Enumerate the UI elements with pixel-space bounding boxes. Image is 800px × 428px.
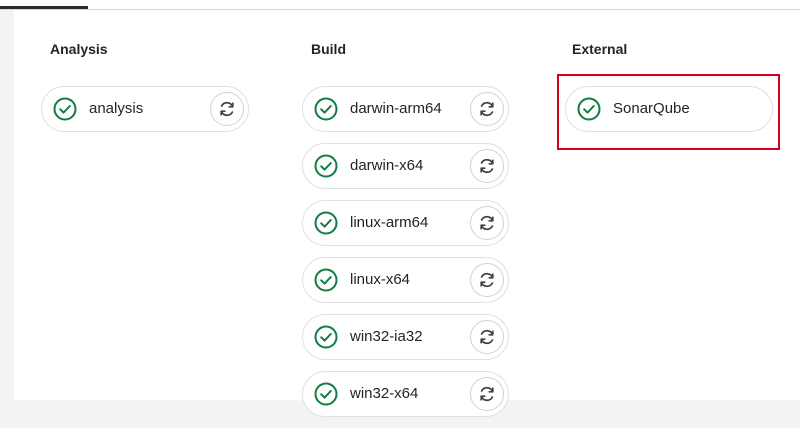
job-label: SonarQube — [613, 100, 690, 117]
check-circle-icon — [314, 382, 338, 406]
refresh-icon — [477, 99, 497, 119]
job-label: win32-ia32 — [350, 328, 423, 345]
column-title-external: External — [572, 41, 628, 57]
check-circle-icon — [314, 211, 338, 235]
job-label: linux-arm64 — [350, 214, 429, 231]
check-circle-icon — [314, 325, 338, 349]
retry-button[interactable] — [470, 149, 504, 183]
retry-button[interactable] — [470, 92, 504, 126]
check-circle-icon — [314, 268, 338, 292]
retry-button[interactable] — [470, 263, 504, 297]
job-label: win32-x64 — [350, 385, 419, 402]
job-linux-x64[interactable]: linux-x64 — [302, 257, 509, 303]
tab-bar — [0, 0, 800, 10]
refresh-icon — [477, 384, 497, 404]
check-circle-icon — [577, 97, 601, 121]
retry-button[interactable] — [470, 320, 504, 354]
retry-button[interactable] — [210, 92, 244, 126]
check-circle-icon — [53, 97, 77, 121]
retry-button[interactable] — [470, 377, 504, 411]
check-circle-icon — [314, 97, 338, 121]
pipeline-jobs-panel: Analysis analysis Build darwin-arm64 dar… — [14, 10, 800, 417]
active-tab-indicator — [0, 6, 88, 9]
external-job-list: SonarQube — [565, 86, 773, 143]
job-analysis[interactable]: analysis — [41, 86, 249, 132]
job-sonarqube[interactable]: SonarQube — [565, 86, 773, 132]
job-win32-ia32[interactable]: win32-ia32 — [302, 314, 509, 360]
job-label: analysis — [89, 100, 144, 117]
column-title-build: Build — [311, 41, 346, 57]
job-label: darwin-arm64 — [350, 100, 442, 117]
refresh-icon — [477, 327, 497, 347]
job-darwin-x64[interactable]: darwin-x64 — [302, 143, 509, 189]
refresh-icon — [477, 156, 497, 176]
column-title-analysis: Analysis — [50, 41, 108, 57]
job-linux-arm64[interactable]: linux-arm64 — [302, 200, 509, 246]
refresh-icon — [477, 213, 497, 233]
job-darwin-arm64[interactable]: darwin-arm64 — [302, 86, 509, 132]
job-label: linux-x64 — [350, 271, 411, 288]
build-column: Build darwin-arm64 darwin-x64 linux-arm6… — [302, 40, 509, 417]
analysis-job-list: analysis — [41, 86, 249, 143]
check-circle-icon — [314, 154, 338, 178]
refresh-icon — [477, 270, 497, 290]
analysis-column: Analysis analysis — [41, 40, 249, 132]
build-job-list: darwin-arm64 darwin-x64 linux-arm64 linu… — [302, 86, 509, 428]
job-label: darwin-x64 — [350, 157, 424, 174]
retry-button[interactable] — [470, 206, 504, 240]
refresh-icon — [217, 99, 237, 119]
job-win32-x64[interactable]: win32-x64 — [302, 371, 509, 417]
external-column: External SonarQube — [565, 40, 773, 132]
